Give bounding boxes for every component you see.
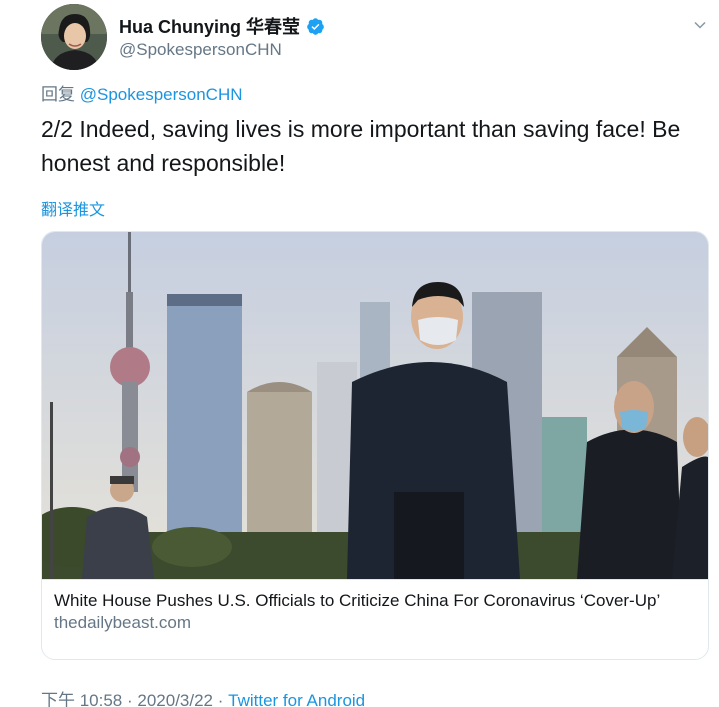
- card-domain: thedailybeast.com: [54, 613, 192, 632]
- translate-tweet-link[interactable]: 翻译推文: [41, 196, 105, 220]
- tweet-time[interactable]: 下午 10:58: [41, 691, 122, 707]
- card-body[interactable]: White House Pushes U.S. Officials to Cri…: [42, 579, 708, 659]
- handle[interactable]: @SpokespersonCHN: [119, 40, 325, 60]
- display-name[interactable]: Hua Chunying 华春莹: [119, 13, 300, 39]
- tweet-meta: 下午 10:58 · 2020/3/22 · Twitter for Andro…: [41, 686, 365, 707]
- meta-separator: ·: [213, 691, 229, 707]
- reply-context: 回复 @SpokespersonCHN: [41, 80, 243, 105]
- card-title[interactable]: White House Pushes U.S. Officials to Cri…: [54, 590, 696, 611]
- card-image[interactable]: [42, 232, 708, 579]
- link-card[interactable]: White House Pushes U.S. Officials to Cri…: [41, 231, 709, 660]
- meta-separator: ·: [122, 691, 138, 707]
- tweet-source-link[interactable]: Twitter for Android: [228, 691, 365, 707]
- display-name-row[interactable]: Hua Chunying 华春莹: [119, 14, 325, 38]
- tweet-header: Hua Chunying 华春莹 @SpokespersonCHN: [41, 4, 711, 70]
- tweet-date[interactable]: 2020/3/22: [137, 691, 213, 707]
- verified-badge-icon: [307, 17, 324, 35]
- reply-mention-link[interactable]: @SpokespersonCHN: [80, 85, 243, 104]
- avatar[interactable]: [41, 4, 107, 70]
- chevron-down-icon[interactable]: [693, 18, 707, 32]
- tweet-text: 2/2 Indeed, saving lives is more importa…: [41, 116, 681, 176]
- reply-prefix: 回复: [41, 85, 75, 104]
